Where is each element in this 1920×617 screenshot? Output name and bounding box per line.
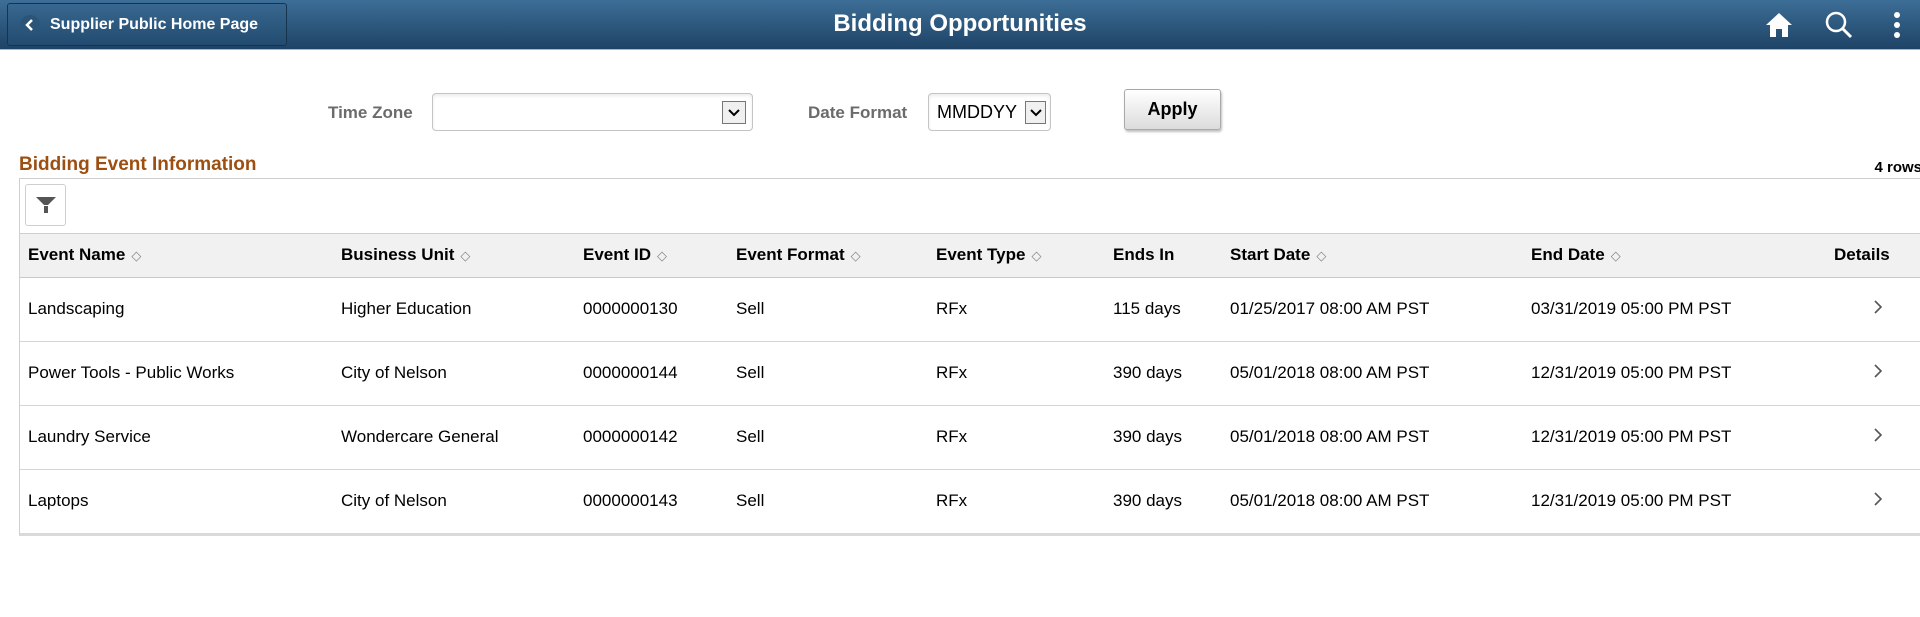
bidding-events-grid: Event Name ◇ Business Unit ◇ Event ID ◇ Eve… xyxy=(19,178,1920,536)
cell-end-date: 12/31/2019 05:00 PM PST xyxy=(1531,491,1732,511)
column-header-ends-in: Ends In xyxy=(1105,234,1222,278)
grid-toolbar xyxy=(20,179,1920,234)
table-row[interactable]: Landscaping Higher Education 0000000130 Sel… xyxy=(20,277,1920,342)
cell-event-type: RFx xyxy=(936,491,968,511)
cell-start-date: 05/01/2018 08:00 AM PST xyxy=(1222,341,1523,406)
cell-event-id: 0000000144 xyxy=(575,341,728,406)
cell-event-type: RFx xyxy=(928,405,1105,470)
cell-event-id: 0000000142 xyxy=(575,405,728,470)
column-header-end-date[interactable]: End Date ◇ xyxy=(1523,234,1826,278)
cell-event-format: Sell xyxy=(728,341,928,406)
home-icon[interactable] xyxy=(1762,8,1796,42)
page-banner: Supplier Public Home Page Bidding Opport… xyxy=(0,0,1920,50)
apply-button[interactable]: Apply xyxy=(1124,89,1221,130)
sort-icon[interactable]: ◇ xyxy=(460,248,470,263)
column-header-business-unit[interactable]: Business Unit ◇ xyxy=(333,234,575,278)
cell-ends-in: 390 days xyxy=(1105,405,1222,470)
cell-event-name: Laptops xyxy=(28,491,89,511)
date-format-label: Date Format xyxy=(808,103,908,122)
column-header-event-id[interactable]: Event ID ◇ xyxy=(575,234,728,278)
column-header-event-type[interactable]: Event Type ◇ xyxy=(928,234,1105,278)
column-header-start-date[interactable]: Start Date ◇ xyxy=(1222,234,1523,278)
section-title: Bidding Event Information xyxy=(19,154,257,175)
cell-event-id: 0000000143 xyxy=(583,491,678,511)
table-header-row: Event Name ◇ Business Unit ◇ Event ID ◇ Eve… xyxy=(20,234,1920,278)
cell-ends-in: 390 days xyxy=(1105,341,1222,406)
cell-business-unit: Wondercare General xyxy=(333,405,575,470)
table-row[interactable]: Laundry Service Wondercare General 0000000… xyxy=(20,405,1920,470)
chevron-down-icon[interactable] xyxy=(1025,101,1046,124)
cell-end-date: 12/31/2019 05:00 PM PST xyxy=(1523,341,1826,406)
sort-icon[interactable]: ◇ xyxy=(851,248,861,263)
details-chevron-icon[interactable] xyxy=(1826,405,1920,470)
cell-ends-in: 115 days xyxy=(1105,277,1222,342)
cell-start-date: 05/01/2018 08:00 AM PST xyxy=(1230,491,1430,511)
table-row[interactable]: Laptops City of Nelson 0000000143 Sell RFx 39… xyxy=(20,469,1920,533)
details-chevron-icon[interactable] xyxy=(1826,469,1920,533)
details-chevron-icon[interactable] xyxy=(1826,277,1920,342)
cell-event-format: Sell xyxy=(728,277,928,342)
cell-event-type: RFx xyxy=(928,341,1105,406)
cell-business-unit: Higher Education xyxy=(333,277,575,342)
cell-event-id: 0000000130 xyxy=(575,277,728,342)
more-actions-icon[interactable] xyxy=(1880,8,1914,42)
page-title: Bidding Opportunities xyxy=(833,10,1087,37)
cell-start-date: 05/01/2018 08:00 AM PST xyxy=(1222,405,1523,470)
sort-icon[interactable]: ◇ xyxy=(131,248,141,263)
cell-event-type: RFx xyxy=(928,277,1105,342)
cell-event-name: Power Tools - Public Works xyxy=(20,341,333,406)
filter-icon xyxy=(35,197,56,213)
cell-start-date: 01/25/2017 08:00 AM PST xyxy=(1222,277,1523,342)
table-row[interactable]: Power Tools - Public Works City of Nelson… xyxy=(20,341,1920,406)
row-count: 4 rows xyxy=(1874,159,1920,176)
sort-icon[interactable]: ◇ xyxy=(1031,248,1041,263)
cell-business-unit: City of Nelson xyxy=(341,491,447,511)
time-zone-label: Time Zone xyxy=(328,103,413,122)
cell-end-date: 12/31/2019 05:00 PM PST xyxy=(1523,405,1826,470)
column-header-details: Details xyxy=(1826,234,1920,278)
sort-icon[interactable]: ◇ xyxy=(1611,248,1621,263)
column-header-event-format[interactable]: Event Format ◇ xyxy=(728,234,928,278)
sort-icon[interactable]: ◇ xyxy=(657,248,667,263)
filter-button[interactable] xyxy=(25,184,66,226)
cell-event-format: Sell xyxy=(736,491,765,511)
chevron-down-icon[interactable] xyxy=(722,101,746,124)
cell-ends-in: 390 days xyxy=(1113,491,1182,511)
details-chevron-icon[interactable] xyxy=(1826,341,1920,406)
cell-business-unit: City of Nelson xyxy=(333,341,575,406)
cell-event-name: Laundry Service xyxy=(20,405,333,470)
cell-end-date: 03/31/2019 05:00 PM PST xyxy=(1523,277,1826,342)
sort-icon[interactable]: ◇ xyxy=(1316,248,1326,263)
cell-event-format: Sell xyxy=(728,405,928,470)
date-format-value: MMDDYY xyxy=(937,101,1017,122)
column-header-event-name[interactable]: Event Name ◇ xyxy=(20,234,333,278)
events-table: Event Name ◇ Business Unit ◇ Event ID ◇ Eve… xyxy=(20,234,1920,533)
date-format-select[interactable]: MMDDYY xyxy=(928,93,1051,131)
search-icon[interactable] xyxy=(1822,8,1856,42)
time-zone-select[interactable] xyxy=(432,93,753,131)
cell-event-name: Landscaping xyxy=(20,277,333,342)
